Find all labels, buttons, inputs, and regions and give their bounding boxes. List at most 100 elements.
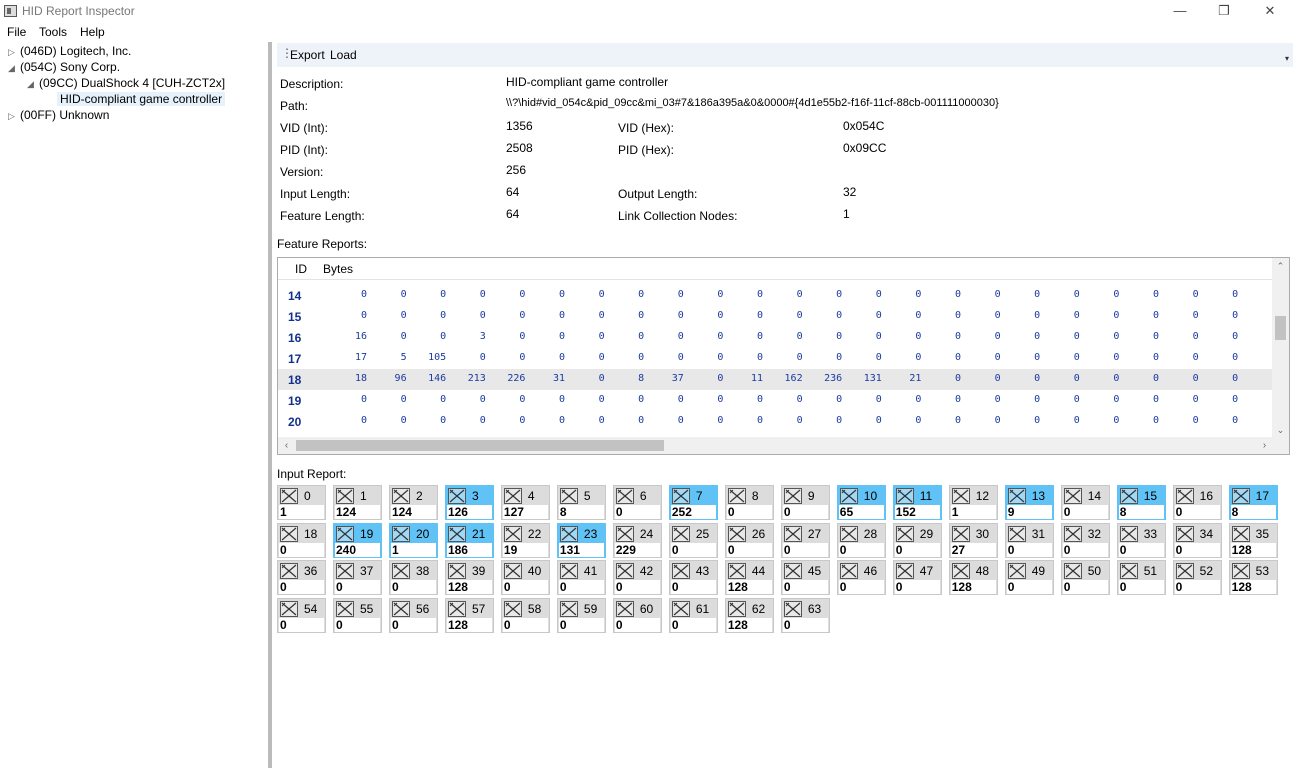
byte-toggle-icon[interactable]: [1175, 488, 1194, 504]
toolbar-overflow-icon[interactable]: ▾: [1285, 54, 1289, 63]
byte-toggle-icon[interactable]: [1231, 525, 1250, 542]
input-byte-box[interactable]: 52 0: [1172, 560, 1222, 596]
input-byte-box[interactable]: 60: [612, 485, 662, 520]
input-byte-box[interactable]: 60 0: [612, 598, 662, 634]
input-byte-box[interactable]: 63 0: [780, 598, 830, 634]
input-byte-box[interactable]: 45 0: [780, 560, 830, 596]
byte-toggle-icon[interactable]: [559, 488, 578, 504]
close-button[interactable]: ✕: [1247, 0, 1293, 23]
input-byte-box[interactable]: 44 128: [724, 560, 774, 596]
byte-toggle-icon[interactable]: [671, 601, 690, 618]
feature-report-row[interactable]: 20 0 0 0 0 0 0 0 0 0 0 0 0 0 0 0 0 0 0 0 0 0 0 0: [278, 411, 1273, 432]
byte-toggle-icon[interactable]: [1007, 563, 1026, 580]
byte-toggle-icon[interactable]: [391, 601, 410, 618]
input-byte-box[interactable]: 19 240: [332, 522, 382, 558]
tree-node-unknown[interactable]: ▷ (00FF) Unknown: [8, 108, 109, 122]
byte-toggle-icon[interactable]: [559, 601, 578, 618]
feature-report-row[interactable]: 18 18 96 146 213 226 31 0 8 37 0 11 162 236 131 21 0 0 0 0 0…: [278, 369, 1273, 390]
input-byte-box[interactable]: 21 186: [444, 522, 494, 558]
input-byte-box[interactable]: 36 0: [277, 560, 326, 596]
byte-toggle-icon[interactable]: [615, 525, 634, 542]
input-byte-box[interactable]: 4 127: [500, 485, 550, 520]
minimize-button[interactable]: —: [1157, 0, 1203, 23]
tree-node-logitech[interactable]: ▷ (046D) Logitech, Inc.: [8, 44, 131, 58]
byte-toggle-icon[interactable]: [1007, 488, 1026, 504]
byte-toggle-icon[interactable]: [447, 525, 466, 542]
pane-splitter[interactable]: [268, 42, 272, 768]
feature-vertical-scrollbar[interactable]: ⌃ ⌄: [1272, 258, 1289, 439]
byte-toggle-icon[interactable]: [671, 488, 690, 504]
input-byte-box[interactable]: 13 9: [1004, 485, 1054, 520]
input-byte-box[interactable]: 56 0: [388, 598, 438, 634]
feature-report-row[interactable]: 19 0 0 0 0 0 0 0 0 0 0 0 0 0 0 0 0 0 0 0 0 0 0 0: [278, 390, 1273, 411]
input-byte-box[interactable]: 37 0: [332, 560, 382, 596]
input-byte-box[interactable]: 18 0: [277, 522, 326, 558]
input-byte-box[interactable]: 42 0: [612, 560, 662, 596]
byte-toggle-icon[interactable]: [783, 563, 802, 580]
input-byte-box[interactable]: 80: [724, 485, 774, 520]
byte-toggle-icon[interactable]: [391, 488, 410, 504]
input-byte-box[interactable]: 40 0: [500, 560, 550, 596]
byte-toggle-icon[interactable]: [503, 488, 522, 504]
byte-toggle-icon[interactable]: [559, 563, 578, 580]
byte-toggle-icon[interactable]: [335, 525, 354, 542]
byte-toggle-icon[interactable]: [503, 601, 522, 618]
byte-toggle-icon[interactable]: [615, 563, 634, 580]
byte-toggle-icon[interactable]: [895, 525, 914, 542]
input-byte-box[interactable]: 7 252: [668, 485, 718, 520]
byte-toggle-icon[interactable]: [1063, 488, 1082, 504]
byte-toggle-icon[interactable]: [727, 525, 746, 542]
input-byte-box[interactable]: 22 19: [500, 522, 550, 558]
input-byte-box[interactable]: 32 0: [1060, 522, 1110, 558]
feature-report-row[interactable]: 14 0 0 0 0 0 0 0 0 0 0 0 0 0 0 0 0 0 0 0 0 0 0 0: [278, 285, 1273, 306]
byte-toggle-icon[interactable]: [951, 488, 970, 504]
input-byte-box[interactable]: 51 0: [1116, 560, 1166, 596]
byte-toggle-icon[interactable]: [727, 563, 746, 580]
byte-toggle-icon[interactable]: [671, 563, 690, 580]
input-byte-box[interactable]: 48 128: [948, 560, 998, 596]
byte-toggle-icon[interactable]: [1007, 525, 1026, 542]
scroll-right-icon[interactable]: ›: [1256, 437, 1273, 454]
byte-toggle-icon[interactable]: [280, 601, 298, 618]
byte-toggle-icon[interactable]: [671, 525, 690, 542]
collapse-arrow-icon[interactable]: ◢: [27, 79, 39, 90]
byte-toggle-icon[interactable]: [559, 525, 578, 542]
input-byte-box[interactable]: 23 131: [556, 522, 606, 558]
column-header-bytes[interactable]: Bytes: [323, 262, 353, 276]
input-byte-box[interactable]: 2 124: [388, 485, 438, 520]
input-byte-box[interactable]: 39 128: [444, 560, 494, 596]
feature-report-row[interactable]: 15 0 0 0 0 0 0 0 0 0 0 0 0 0 0 0 0 0 0 0 0 0 0 0: [278, 306, 1273, 327]
collapse-arrow-icon[interactable]: ◢: [8, 63, 20, 74]
input-byte-box[interactable]: 43 0: [668, 560, 718, 596]
scroll-up-icon[interactable]: ⌃: [1272, 258, 1289, 275]
menu-help[interactable]: Help: [80, 25, 105, 39]
byte-toggle-icon[interactable]: [503, 525, 522, 542]
byte-toggle-icon[interactable]: [1063, 563, 1082, 580]
byte-toggle-icon[interactable]: [839, 563, 858, 580]
byte-toggle-icon[interactable]: [280, 563, 298, 580]
input-byte-box[interactable]: 12 1: [948, 485, 998, 520]
byte-toggle-icon[interactable]: [1119, 525, 1138, 542]
load-button[interactable]: Load: [330, 48, 357, 62]
menu-file[interactable]: File: [7, 25, 26, 39]
feature-horizontal-scrollbar[interactable]: ‹ ›: [278, 437, 1273, 454]
byte-toggle-icon[interactable]: [1119, 488, 1138, 504]
byte-toggle-icon[interactable]: [1063, 525, 1082, 542]
input-byte-box[interactable]: 15 8: [1116, 485, 1166, 520]
byte-toggle-icon[interactable]: [335, 601, 354, 618]
input-byte-box[interactable]: 17 8: [1228, 485, 1278, 520]
byte-toggle-icon[interactable]: [783, 488, 802, 504]
menu-tools[interactable]: Tools: [39, 25, 67, 39]
feature-reports-grid[interactable]: ID Bytes 14 0 0 0 0 0 0 0 0 0 0 0 0 0 0 0 0 0 0 0 0 0 0 0 15 0 0 0 0…: [277, 257, 1290, 455]
expand-arrow-icon[interactable]: ▷: [8, 111, 20, 122]
input-byte-box[interactable]: 49 0: [1004, 560, 1054, 596]
input-byte-box[interactable]: 10 65: [836, 485, 886, 520]
input-byte-box[interactable]: 58: [556, 485, 606, 520]
input-byte-box[interactable]: 20 1: [388, 522, 438, 558]
byte-toggle-icon[interactable]: [895, 563, 914, 580]
byte-toggle-icon[interactable]: [447, 563, 466, 580]
input-byte-box[interactable]: 46 0: [836, 560, 886, 596]
byte-toggle-icon[interactable]: [280, 525, 298, 542]
byte-toggle-icon[interactable]: [447, 488, 466, 504]
input-byte-box[interactable]: 24 229: [612, 522, 662, 558]
